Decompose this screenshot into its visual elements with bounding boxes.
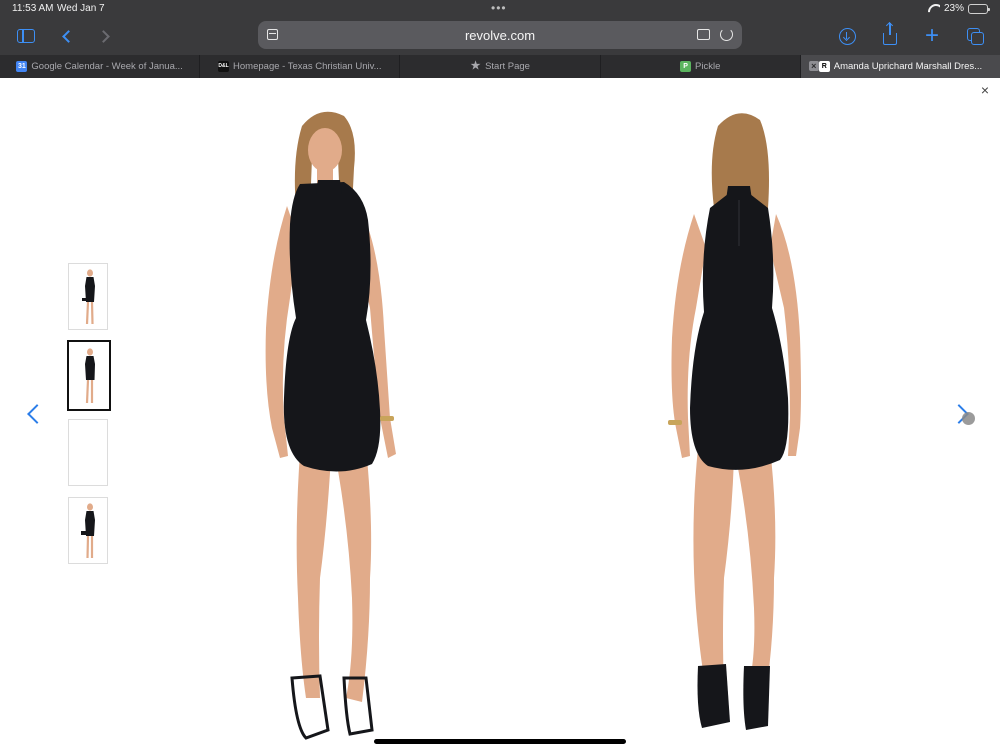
tab-start-page[interactable]: ★ Start Page — [400, 55, 601, 78]
chevron-right-icon — [96, 29, 110, 43]
tab-label: Pickle — [695, 61, 721, 72]
thumb-model-front-image — [82, 269, 95, 325]
tab-amanda-uprichard[interactable]: × R Amanda Uprichard Marshall Dres... — [800, 55, 1000, 78]
status-time: 11:53 AM — [12, 3, 54, 14]
tcu-favicon-icon: D&L — [218, 61, 230, 72]
sidebar-toggle-button[interactable] — [12, 22, 40, 50]
battery-icon — [968, 3, 990, 14]
tab-label: Amanda Uprichard Marshall Dres... — [833, 61, 983, 72]
sidebar-icon — [17, 29, 35, 43]
pointer-cursor-icon — [962, 412, 975, 425]
address-bar[interactable]: revolve.com — [258, 21, 742, 49]
product-image-front[interactable] — [240, 98, 420, 748]
calendar-favicon-icon: 31 — [16, 61, 28, 72]
product-image-back[interactable] — [650, 98, 830, 748]
share-button[interactable] — [876, 22, 904, 50]
tab-tcu-homepage[interactable]: D&L Homepage - Texas Christian Univ... — [200, 55, 401, 78]
new-tab-button[interactable]: + — [918, 22, 946, 50]
forward-button[interactable] — [91, 22, 119, 50]
chevron-left-icon — [27, 404, 47, 424]
back-button[interactable] — [52, 22, 80, 50]
thumb-model-three-quarter-image — [85, 348, 95, 404]
pickle-favicon-icon: P — [680, 61, 692, 72]
battery-percent: 23% — [943, 3, 964, 14]
tab-strip: 31 Google Calendar - Week of Janua... D&… — [0, 55, 1000, 78]
tab-overview-button[interactable] — [961, 22, 989, 50]
close-icon[interactable]: × — [978, 83, 992, 97]
thumb-model-front-bag-image — [81, 503, 95, 559]
star-icon: ★ — [470, 60, 481, 72]
model-front-image — [265, 111, 396, 740]
product-lightbox: × — [0, 78, 1000, 749]
previous-image-button[interactable] — [24, 399, 47, 429]
tab-label: Start Page — [485, 61, 530, 72]
reader-icon[interactable] — [697, 29, 710, 40]
plus-icon: + — [924, 22, 939, 49]
tab-label: Homepage - Texas Christian Univ... — [233, 61, 382, 72]
downloads-button[interactable] — [833, 22, 861, 50]
tab-google-calendar[interactable]: 31 Google Calendar - Week of Janua... — [0, 55, 201, 78]
home-indicator[interactable] — [374, 739, 626, 744]
url-text[interactable]: revolve.com — [258, 28, 742, 43]
thumbnail-item[interactable] — [68, 419, 108, 486]
browser-toolbar: revolve.com + — [0, 18, 1000, 55]
multitasking-dots-icon[interactable]: ••• — [491, 1, 507, 15]
thumbnail-item[interactable] — [68, 263, 108, 330]
thumbnail-item[interactable] — [68, 497, 108, 564]
model-back-image — [668, 113, 801, 730]
status-bar: 11:53 AM Wed Jan 7 ••• 23% — [0, 0, 1000, 18]
download-icon — [838, 27, 856, 45]
status-right: 23% — [928, 3, 990, 14]
chevron-left-icon — [61, 29, 75, 43]
tabs-icon — [967, 28, 984, 45]
reload-icon[interactable] — [720, 28, 733, 41]
thumbnail-item-selected[interactable] — [67, 340, 111, 411]
revolve-favicon-icon: R — [818, 61, 830, 72]
tab-close-icon[interactable]: × — [808, 61, 819, 71]
wifi-icon — [928, 4, 940, 13]
tab-label: Google Calendar - Week of Janua... — [31, 61, 183, 72]
share-icon — [883, 23, 897, 45]
status-date: Wed Jan 7 — [57, 3, 105, 14]
tab-pickle[interactable]: P Pickle — [601, 55, 801, 78]
